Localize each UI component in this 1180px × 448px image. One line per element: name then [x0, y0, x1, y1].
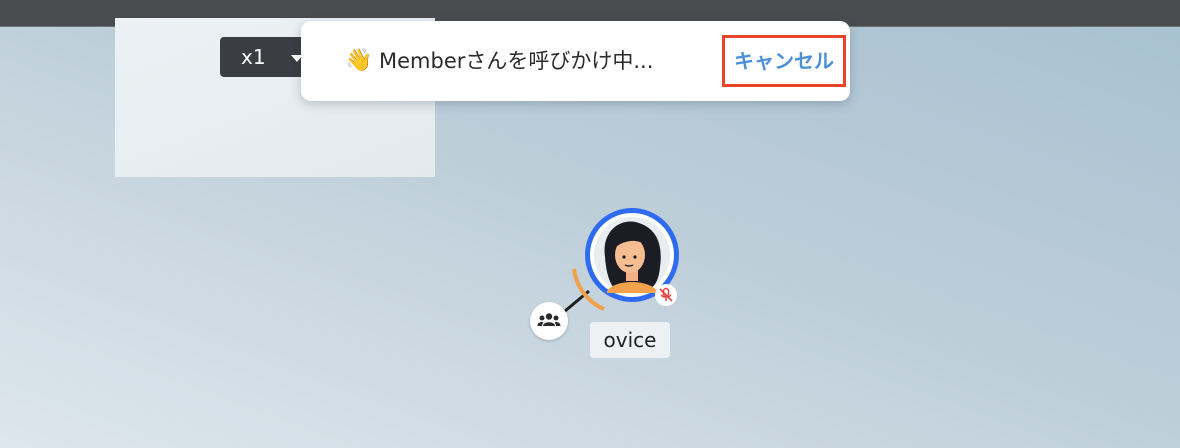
calling-notification: 👋 Memberさんを呼びかけ中... キャンセル [301, 21, 850, 101]
calling-message: Memberさんを呼びかけ中... [379, 49, 654, 73]
waving-hand-icon: 👋 [345, 48, 373, 73]
zoom-level-label: x1 [241, 45, 266, 69]
cancel-button[interactable]: キャンセル [722, 35, 846, 87]
group-icon[interactable] [530, 302, 568, 340]
user-name-label: ovice [590, 322, 670, 358]
microphone-muted-icon [655, 284, 677, 306]
